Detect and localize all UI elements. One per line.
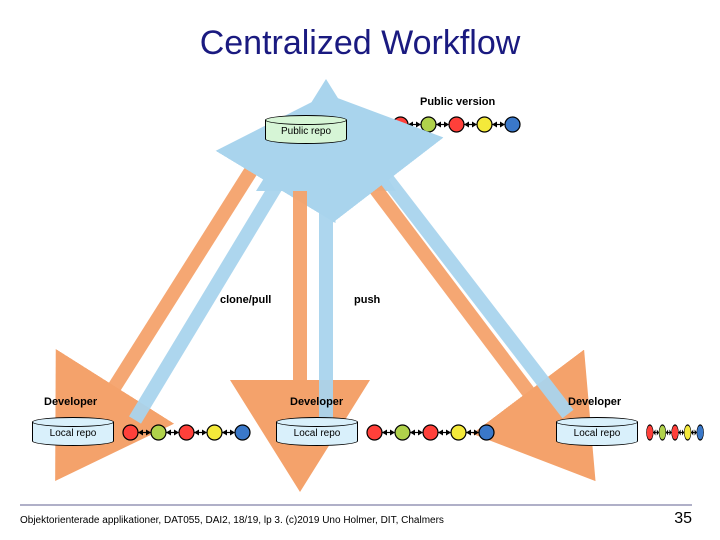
commit-chain-left [122,424,251,442]
local-repo-left-label: Local repo [32,428,114,439]
push-label: push [354,294,380,306]
developer-label-mid: Developer [290,396,343,408]
commit-chain-mid [366,424,495,442]
developer-label-right: Developer [568,396,621,408]
public-repo: Public repo [265,120,347,146]
public-repo-label: Public repo [265,126,347,137]
commit-chain-right [646,424,704,442]
clone-pull-label: clone/pull [220,294,271,306]
footer-divider [20,504,692,506]
developer-label-left: Developer [44,396,97,408]
local-repo-left: Local repo [32,422,114,448]
local-repo-right: Local repo [556,422,638,448]
local-repo-mid-label: Local repo [276,428,358,439]
page-number: 35 [674,510,692,528]
footer-text: Objektorienterade applikationer, DAT055,… [20,515,444,526]
local-repo-mid: Local repo [276,422,358,448]
workflow-arrows [0,0,720,540]
local-repo-right-label: Local repo [556,428,638,439]
